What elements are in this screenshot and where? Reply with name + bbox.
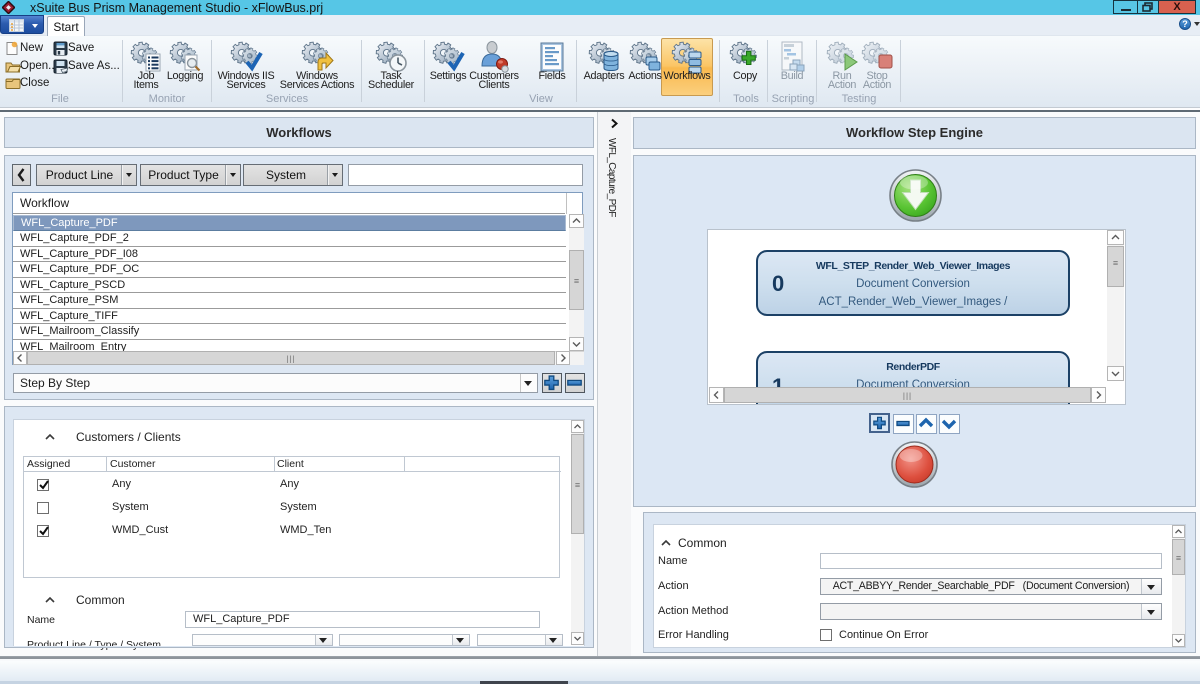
svg-text:?: ? xyxy=(1182,19,1188,29)
